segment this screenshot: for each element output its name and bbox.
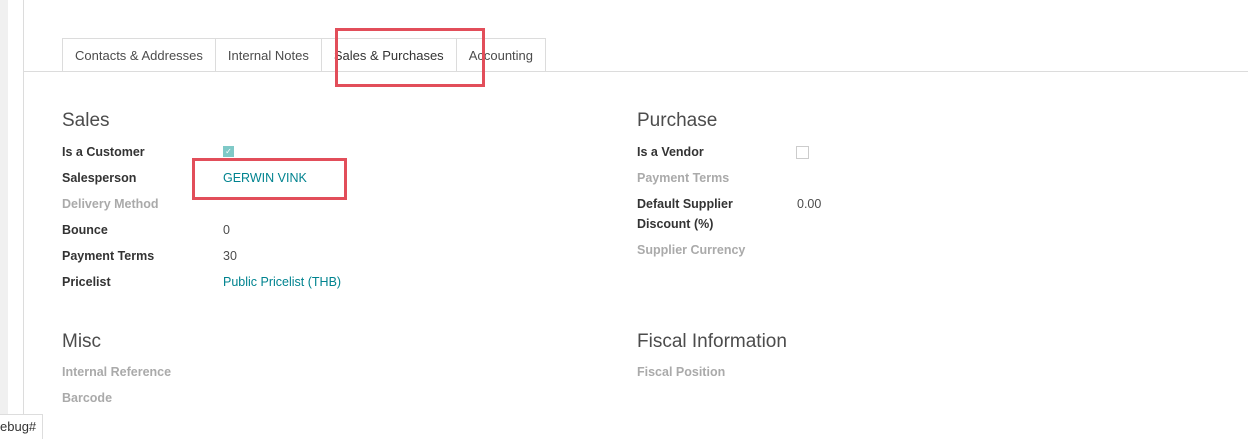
default-supplier-discount-label-line1: Default Supplier — [637, 197, 733, 211]
payment-terms-value: 30 — [223, 249, 237, 263]
salesperson-label: Salesperson — [62, 171, 137, 185]
pricelist-label: Pricelist — [62, 275, 111, 289]
salesperson-link[interactable]: GERWIN VINK — [223, 171, 307, 185]
sales-section-title: Sales — [62, 110, 110, 131]
is-vendor-checkbox[interactable] — [796, 146, 809, 159]
fiscal-section-title: Fiscal Information — [637, 331, 787, 352]
is-customer-label: Is a Customer — [62, 145, 145, 159]
is-customer-checkbox[interactable]: ✓ — [223, 146, 234, 157]
left-gutter — [0, 0, 8, 439]
default-supplier-discount-value: 0.00 — [797, 197, 822, 211]
default-supplier-discount-label-line2: Discount (%) — [637, 217, 714, 231]
misc-section-title: Misc — [62, 331, 102, 352]
fiscal-position-label: Fiscal Position — [637, 365, 726, 379]
internal-reference-label: Internal Reference — [62, 365, 172, 379]
payment-terms-label: Payment Terms — [62, 249, 155, 263]
pricelist-link[interactable]: Public Pricelist (THB) — [223, 275, 341, 289]
purchase-payment-terms-label: Payment Terms — [637, 171, 730, 185]
tab-sales-purchases[interactable]: Sales & Purchases — [320, 38, 457, 72]
tab-baseline — [24, 71, 1248, 72]
is-vendor-label: Is a Vendor — [637, 145, 704, 159]
notebook-tabs: Contacts & Addresses Internal Notes Sale… — [62, 38, 547, 72]
tab-internal-notes[interactable]: Internal Notes — [214, 38, 322, 72]
delivery-method-label: Delivery Method — [62, 197, 159, 211]
left-divider — [23, 0, 24, 439]
bounce-label: Bounce — [62, 223, 108, 237]
supplier-currency-label: Supplier Currency — [637, 243, 746, 257]
tab-contacts-addresses[interactable]: Contacts & Addresses — [62, 38, 216, 72]
purchase-section-title: Purchase — [637, 110, 718, 131]
tab-accounting[interactable]: Accounting — [455, 38, 547, 72]
barcode-label: Barcode — [62, 391, 113, 405]
bounce-value: 0 — [223, 223, 230, 237]
status-bar-url: ebug# — [0, 414, 44, 439]
